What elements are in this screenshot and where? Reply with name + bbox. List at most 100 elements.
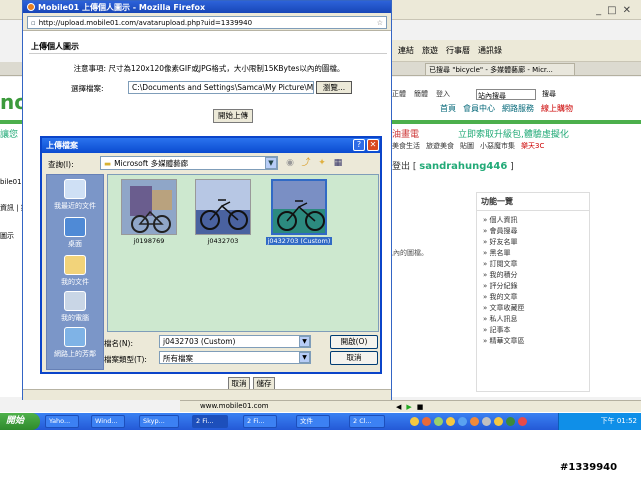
taskbar-item[interactable]: 文件 bbox=[296, 415, 330, 428]
taskbar-item[interactable]: 2 Fi... bbox=[243, 415, 277, 428]
sidebar-item[interactable]: » 會員搜尋 bbox=[483, 226, 585, 237]
banner-right-text-2[interactable]: 立即索取升級包,體驗虛擬化 bbox=[458, 127, 569, 140]
sidebar-item[interactable]: » 我的文章 bbox=[483, 292, 585, 303]
tab-bicycle-search[interactable]: 已搜尋 "bicycle" - 多媒體藝廊 - Micr... bbox=[425, 63, 575, 75]
login-item-traditional[interactable]: 正體 bbox=[392, 89, 406, 99]
back-icon[interactable]: ◉ bbox=[284, 157, 296, 169]
tray-icon[interactable] bbox=[482, 417, 491, 426]
background-note: 以內的圖檔。 bbox=[386, 249, 428, 257]
recent-documents-icon bbox=[64, 179, 86, 199]
taskbar-item[interactable]: Yaho... bbox=[45, 415, 79, 428]
category-link[interactable]: 貼圖 bbox=[460, 141, 474, 153]
login-item-login[interactable]: 登入 bbox=[436, 89, 450, 99]
places-bar: 我最近的文件 桌面 我的文件 我的電腦 網路上的芳鄰 bbox=[46, 174, 104, 370]
help-icon[interactable]: ? bbox=[353, 139, 365, 151]
browse-button[interactable]: 瀏覽... bbox=[316, 81, 352, 94]
toolbar-item-travel[interactable]: 旅遊 bbox=[422, 45, 438, 56]
category-link[interactable]: 小惡魔市集 bbox=[480, 141, 515, 153]
dialog-toolbar: ◉ ⤴ ✦ ▦ bbox=[284, 157, 344, 169]
file-item[interactable]: j0198769 bbox=[118, 179, 180, 245]
filename-label: 檔名(N): bbox=[104, 339, 133, 348]
chevron-down-icon[interactable]: ▼ bbox=[299, 336, 310, 347]
image-thumbnail bbox=[195, 179, 251, 235]
sidebar-item[interactable]: » 黑名單 bbox=[483, 248, 585, 259]
taskbar-clock[interactable]: 下午 01:52 bbox=[558, 413, 641, 430]
tray-icon[interactable] bbox=[458, 417, 467, 426]
chevron-down-icon[interactable]: ▼ bbox=[265, 157, 277, 169]
logout-link[interactable]: 登出 [ bbox=[392, 162, 416, 172]
sidebar-item[interactable]: » 文章收藏匣 bbox=[483, 303, 585, 314]
taskbar-item[interactable]: Skyp... bbox=[139, 415, 179, 428]
tray-icon[interactable] bbox=[434, 417, 443, 426]
chevron-down-icon[interactable]: ▼ bbox=[299, 352, 310, 363]
file-path-input[interactable]: C:\Documents and Settings\Samca\My Pictu… bbox=[128, 81, 314, 94]
site-search-button[interactable]: 搜尋 bbox=[542, 89, 556, 99]
tray-icons bbox=[410, 415, 556, 428]
lookin-select[interactable]: ▬ Microsoft 多媒體藝廊 bbox=[100, 156, 278, 170]
my-documents-icon bbox=[64, 255, 86, 275]
toolbar-item-links[interactable]: 連結 bbox=[398, 45, 414, 56]
category-link[interactable]: 旅遊美食 bbox=[426, 141, 454, 153]
sidebar-item[interactable]: » 個人資訊 bbox=[483, 215, 585, 226]
filetype-select[interactable]: 所有檔案 bbox=[159, 351, 311, 364]
tray-icon[interactable] bbox=[470, 417, 479, 426]
tray-icon[interactable] bbox=[422, 417, 431, 426]
status-icon: ◀ bbox=[396, 402, 402, 411]
play-icon[interactable]: ▶ bbox=[406, 403, 411, 411]
place-label: 我的文件 bbox=[61, 278, 89, 286]
category-link[interactable]: 樂天3C bbox=[521, 141, 544, 153]
tray-icon[interactable] bbox=[494, 417, 503, 426]
sidebar-item[interactable]: » 我的積分 bbox=[483, 270, 585, 281]
place-desktop[interactable]: 桌面 bbox=[47, 217, 103, 249]
tray-icon[interactable] bbox=[446, 417, 455, 426]
filename-input[interactable]: j0432703 (Custom) bbox=[159, 335, 311, 348]
sidebar-item[interactable]: » 評分紀錄 bbox=[483, 281, 585, 292]
nav-shopping[interactable]: 線上購物 bbox=[541, 103, 573, 117]
view-menu-icon[interactable]: ▦ bbox=[332, 157, 344, 169]
sidebar-item[interactable]: » 訂閱文章 bbox=[483, 259, 585, 270]
dialog-title: 上傳檔案 bbox=[42, 138, 380, 153]
taskbar-item[interactable]: Wind... bbox=[91, 415, 125, 428]
taskbar-item[interactable]: 2 Cl... bbox=[349, 415, 385, 428]
username[interactable]: sandrahung446 bbox=[419, 161, 507, 172]
place-my-computer[interactable]: 我的電腦 bbox=[47, 291, 103, 323]
minimize-icon[interactable]: _ bbox=[596, 5, 601, 16]
tray-icon[interactable] bbox=[506, 417, 515, 426]
site-search-input[interactable]: 站內搜尋 bbox=[476, 89, 536, 100]
background-statusbar: ◀ ▶ ■ bbox=[392, 400, 641, 412]
file-item[interactable]: j0432703 bbox=[192, 179, 254, 245]
place-network[interactable]: 網路上的芳鄰 bbox=[47, 327, 103, 359]
my-computer-icon bbox=[64, 291, 86, 311]
nav-member-center[interactable]: 會員中心 bbox=[463, 103, 495, 117]
close-icon[interactable]: ✕ bbox=[623, 5, 631, 16]
start-button[interactable]: 開始 bbox=[0, 413, 40, 430]
toolbar-item-contacts[interactable]: 通訊錄 bbox=[478, 45, 502, 56]
new-folder-icon[interactable]: ✦ bbox=[316, 157, 328, 169]
file-item-selected[interactable]: j0432703 (Custom) bbox=[266, 179, 332, 245]
toolbar-item-calendar[interactable]: 行事曆 bbox=[446, 45, 470, 56]
sidebar-item[interactable]: » 記事本 bbox=[483, 325, 585, 336]
up-folder-icon[interactable]: ⤴ bbox=[300, 157, 312, 169]
sidebar-item[interactable]: » 好友名單 bbox=[483, 237, 585, 248]
login-item-simplified[interactable]: 簡體 bbox=[414, 89, 428, 99]
category-link[interactable]: 美食生活 bbox=[392, 141, 420, 153]
cancel-button[interactable]: 取消 bbox=[330, 351, 378, 365]
place-recent[interactable]: 我最近的文件 bbox=[47, 179, 103, 211]
watermark: #1339940 bbox=[560, 462, 618, 473]
tray-icon[interactable] bbox=[518, 417, 527, 426]
nav-home[interactable]: 首頁 bbox=[440, 103, 456, 117]
place-my-documents[interactable]: 我的文件 bbox=[47, 255, 103, 287]
sidebar-item[interactable]: » 私人訊息 bbox=[483, 314, 585, 325]
tray-icon[interactable] bbox=[410, 417, 419, 426]
nav-net-services[interactable]: 網路服務 bbox=[502, 103, 534, 117]
site-nav: 首頁 會員中心 網路服務 線上購物 bbox=[440, 103, 640, 117]
maximize-icon[interactable]: □ bbox=[607, 5, 616, 16]
open-button[interactable]: 開啟(O) bbox=[330, 335, 378, 349]
sidebar-item[interactable]: » 精華文章區 bbox=[483, 336, 585, 347]
star-icon[interactable]: ☆ bbox=[377, 19, 383, 27]
url-field[interactable]: ▫ http://upload.mobile01.com/avataruploa… bbox=[27, 16, 387, 29]
taskbar-item[interactable]: 2 Fi... bbox=[192, 415, 228, 428]
close-icon[interactable]: ✕ bbox=[367, 139, 379, 151]
start-upload-button[interactable]: 開始上傳 bbox=[213, 109, 253, 123]
divider bbox=[29, 53, 387, 54]
